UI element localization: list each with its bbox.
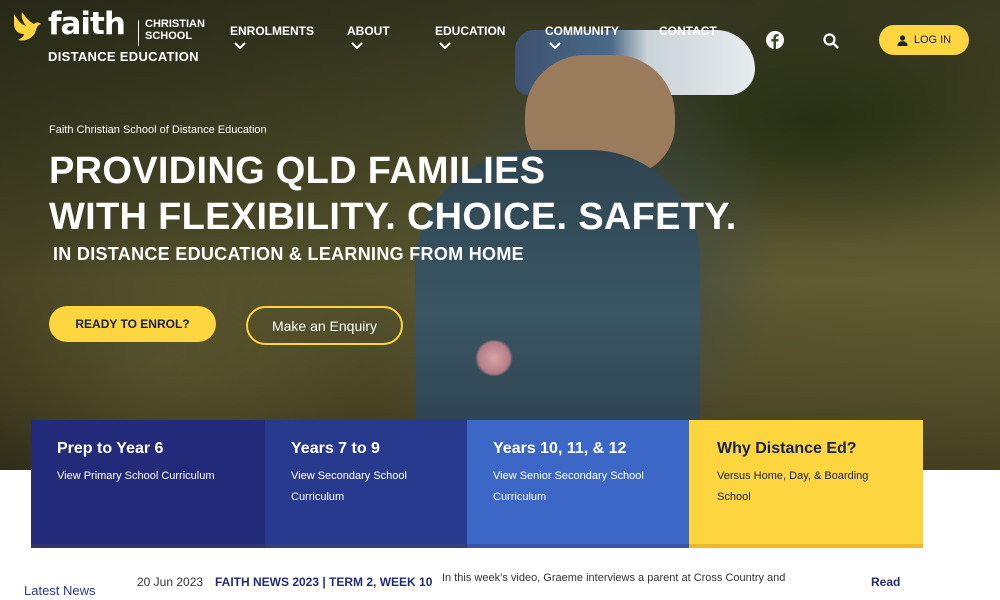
- news-title-link[interactable]: FAITH NEWS 2023 | TERM 2, WEEK 10: [215, 575, 432, 589]
- logo-wordmark: faith: [48, 6, 126, 42]
- logo-subtitle: CHRISTIAN SCHOOL: [145, 18, 220, 42]
- dove-icon: [14, 12, 41, 41]
- news-date: 20 Jun 2023: [137, 575, 204, 589]
- card-link-line2: Curriculum: [291, 491, 345, 503]
- nav-contact-label: CONTACT: [659, 24, 717, 38]
- nav-enrolments[interactable]: ENROLMENTS: [230, 24, 314, 50]
- card-link: View Secondary School Curriculum: [291, 466, 441, 508]
- nav-enrolments-label: ENROLMENTS: [230, 24, 314, 38]
- card-years-7-to-9[interactable]: Years 7 to 9 View Secondary School Curri…: [265, 420, 467, 548]
- logo-divider: [138, 20, 139, 46]
- ready-to-enrol-button[interactable]: READY TO ENROL?: [49, 306, 216, 342]
- card-why-distance-ed[interactable]: Why Distance Ed? Versus Home, Day, & Boa…: [689, 420, 923, 548]
- card-title: Prep to Year 6: [57, 440, 164, 457]
- card-title: Years 10, 11, & 12: [493, 440, 627, 457]
- hero-photo-flower: [475, 340, 513, 376]
- latest-news-label: Latest News: [24, 583, 96, 598]
- nav-community-label: COMMUNITY: [545, 24, 619, 38]
- chevron-down-icon: [234, 42, 246, 50]
- chevron-down-icon: [439, 42, 451, 50]
- card-link: Versus Home, Day, & Boarding School: [717, 466, 897, 508]
- card-years-10-11-12[interactable]: Years 10, 11, & 12 View Senior Secondary…: [467, 420, 689, 548]
- card-link-line1: View Senior Secondary School: [493, 470, 644, 482]
- nav-about-label: ABOUT: [347, 24, 390, 38]
- card-title: Years 7 to 9: [291, 440, 380, 457]
- hero-headline-line2: WITH FLEXIBILITY. CHOICE. SAFETY.: [49, 196, 737, 238]
- login-button[interactable]: LOG IN: [879, 25, 969, 55]
- nav-community[interactable]: COMMUNITY: [545, 24, 619, 50]
- card-link-line2: Curriculum: [493, 491, 547, 503]
- card-link-line1: View Primary School Curriculum: [57, 470, 215, 482]
- logo-distance-education: DISTANCE EDUCATION: [48, 49, 199, 64]
- hero-headline-line1: PROVIDING QLD FAMILIES: [49, 150, 546, 192]
- news-excerpt: In this week’s video, Graeme interviews …: [442, 572, 786, 584]
- site-header: faith CHRISTIAN SCHOOL DISTANCE EDUCATIO…: [0, 0, 1000, 90]
- search-icon[interactable]: [823, 33, 839, 49]
- nav-education[interactable]: EDUCATION: [435, 24, 505, 50]
- nav-about[interactable]: ABOUT: [347, 24, 390, 50]
- login-label: LOG IN: [913, 34, 952, 46]
- latest-news-strip: Latest News 20 Jun 2023 FAITH NEWS 2023 …: [0, 560, 1000, 600]
- card-link-line1: View Secondary School: [291, 470, 407, 482]
- chevron-down-icon: [549, 42, 561, 50]
- facebook-icon[interactable]: [766, 31, 784, 49]
- nav-education-label: EDUCATION: [435, 24, 506, 38]
- card-prep-to-year-6[interactable]: Prep to Year 6 View Primary School Curri…: [31, 420, 265, 548]
- hero-eyebrow: Faith Christian School of Distance Educa…: [49, 124, 267, 136]
- nav-contact[interactable]: CONTACT: [659, 24, 717, 38]
- news-read-link[interactable]: Read: [871, 575, 900, 589]
- chevron-down-icon: [351, 42, 363, 50]
- curriculum-cards: Prep to Year 6 View Primary School Curri…: [31, 420, 923, 548]
- make-an-enquiry-button[interactable]: Make an Enquiry: [246, 306, 403, 345]
- card-link: View Primary School Curriculum: [57, 466, 239, 487]
- card-link-line1: Versus Home, Day, & Boarding School: [717, 470, 869, 503]
- logo-subtitle-line1: CHRISTIAN: [145, 18, 205, 30]
- card-link: View Senior Secondary School Curriculum: [493, 466, 663, 508]
- card-title: Why Distance Ed?: [717, 440, 857, 457]
- hero-subheading: IN DISTANCE EDUCATION & LEARNING FROM HO…: [53, 244, 524, 264]
- site-logo[interactable]: faith CHRISTIAN SCHOOL DISTANCE EDUCATIO…: [10, 6, 210, 68]
- logo-subtitle-line2: SCHOOL: [145, 30, 193, 42]
- user-icon: [897, 34, 908, 46]
- hero-headline: PROVIDING QLD FAMILIES WITH FLEXIBILITY.…: [49, 148, 737, 240]
